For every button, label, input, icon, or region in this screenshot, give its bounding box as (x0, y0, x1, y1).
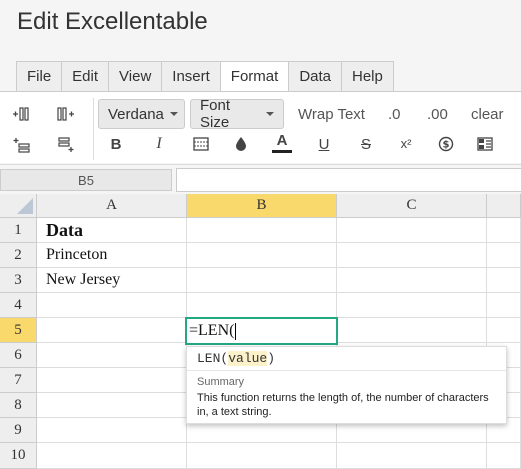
cell-a6[interactable] (37, 343, 187, 368)
cell-d2[interactable] (487, 243, 521, 268)
row-header-7[interactable]: 7 (0, 368, 37, 393)
cell-c1[interactable] (337, 218, 487, 243)
spreadsheet-editor: Edit Excellentable File Edit View Insert… (0, 0, 521, 469)
app-title: Edit Excellentable (17, 8, 208, 35)
formula-bar: B5 (0, 164, 521, 194)
column-header-a[interactable]: A (37, 194, 187, 218)
insert-column-left-icon[interactable] (10, 103, 34, 125)
decrease-decimal-button[interactable]: .0 (388, 106, 401, 123)
menu-edit[interactable]: Edit (61, 61, 109, 92)
menu-file[interactable]: File (16, 61, 62, 92)
cell-b2[interactable] (187, 243, 337, 268)
row-header-6[interactable]: 6 (0, 343, 37, 368)
row-header-3[interactable]: 3 (0, 268, 37, 293)
cell-d10[interactable] (487, 443, 521, 469)
font-size-value: Font Size (200, 97, 231, 131)
formula-input[interactable] (176, 168, 521, 192)
fill-color-icon[interactable] (229, 133, 253, 155)
function-close-paren: ) (267, 351, 276, 366)
font-color-letter: A (276, 132, 288, 149)
summary-text: This function returns the length of, the… (197, 392, 489, 418)
font-family-dropdown[interactable]: Verdana (98, 99, 185, 129)
italic-button[interactable]: I (147, 133, 171, 155)
cell-d3[interactable] (487, 268, 521, 293)
insert-column-right-icon[interactable] (54, 103, 78, 125)
chevron-down-icon (169, 112, 178, 116)
cell-d1[interactable] (487, 218, 521, 243)
underline-button[interactable]: U (312, 133, 336, 155)
menu-view[interactable]: View (108, 61, 162, 92)
cell-a4[interactable] (37, 293, 187, 318)
insert-row-below-icon[interactable] (54, 134, 78, 156)
column-header-b[interactable]: B (187, 194, 337, 218)
tooltip-divider (187, 370, 506, 371)
function-autocomplete-popup: LEN(value) Summary This function returns… (186, 346, 507, 424)
wrap-text-button[interactable]: Wrap Text (298, 106, 365, 123)
menu-data[interactable]: Data (288, 61, 341, 92)
cell-a10[interactable] (37, 443, 187, 469)
currency-icon[interactable]: $ (434, 133, 458, 155)
cell-b10[interactable] (187, 443, 337, 469)
font-family-value: Verdana (108, 105, 164, 123)
function-signature[interactable]: LEN(value) (197, 351, 275, 366)
toolbar-divider (93, 98, 94, 160)
cell-a7[interactable] (37, 368, 187, 393)
summary-label: Summary (197, 376, 245, 388)
cell-reference-box[interactable]: B5 (0, 169, 172, 191)
svg-text:$: $ (443, 140, 450, 151)
cell-b3[interactable] (187, 268, 337, 293)
cell-a1[interactable]: Data (37, 218, 187, 243)
column-header-c[interactable]: C (337, 194, 487, 218)
chevron-down-icon (266, 112, 274, 116)
row-header-9[interactable]: 9 (0, 418, 37, 443)
menu-help[interactable]: Help (341, 61, 394, 92)
cell-c10[interactable] (337, 443, 487, 469)
cell-c4[interactable] (337, 293, 487, 318)
cell-a2[interactable]: Princeton (37, 243, 187, 268)
row-header-8[interactable]: 8 (0, 393, 37, 418)
select-all-triangle-icon (17, 198, 33, 214)
superscript-button[interactable]: x² (394, 132, 418, 154)
cell-c2[interactable] (337, 243, 487, 268)
merge-cells-icon[interactable] (473, 133, 497, 155)
cell-c5[interactable] (337, 318, 487, 343)
row-header-10[interactable]: 10 (0, 443, 37, 469)
row-header-5[interactable]: 5 (0, 318, 37, 343)
text-cursor (235, 322, 237, 340)
cell-b4[interactable] (187, 293, 337, 318)
cell-editor-b5[interactable]: =LEN( (185, 317, 338, 345)
strikethrough-button[interactable]: S (354, 133, 378, 155)
cell-a5[interactable] (37, 318, 187, 343)
menu-insert[interactable]: Insert (161, 61, 220, 92)
cell-c3[interactable] (337, 268, 487, 293)
cell-a3[interactable]: New Jersey (37, 268, 187, 293)
bold-button[interactable]: B (104, 133, 128, 155)
font-color-swatch (272, 150, 292, 153)
increase-decimal-button[interactable]: .00 (427, 106, 448, 123)
cell-d4[interactable] (487, 293, 521, 318)
cell-editor-text: =LEN( (189, 322, 235, 339)
font-color-button[interactable]: A (270, 130, 294, 156)
border-icon[interactable] (189, 133, 213, 155)
menu-format[interactable]: Format (219, 61, 289, 92)
cell-b1[interactable] (187, 218, 337, 243)
insert-row-above-icon[interactable] (10, 134, 34, 156)
cell-a9[interactable] (37, 418, 187, 443)
select-all-corner[interactable] (0, 194, 37, 218)
cell-d5[interactable] (487, 318, 521, 343)
cell-a8[interactable] (37, 393, 187, 418)
format-toolbar: Verdana Font Size Wrap Text .0 .00 clear… (0, 91, 521, 163)
row-header-1[interactable]: 1 (0, 218, 37, 243)
column-header-d[interactable] (487, 194, 521, 218)
font-size-dropdown[interactable]: Font Size (190, 97, 284, 131)
function-name: LEN (197, 351, 221, 366)
row-header-2[interactable]: 2 (0, 243, 37, 268)
menu-bar: File Edit View Insert Format Data Help (16, 61, 394, 92)
row-header-4[interactable]: 4 (0, 293, 37, 318)
clear-format-button[interactable]: clear (471, 106, 504, 123)
function-param: value (228, 351, 268, 366)
